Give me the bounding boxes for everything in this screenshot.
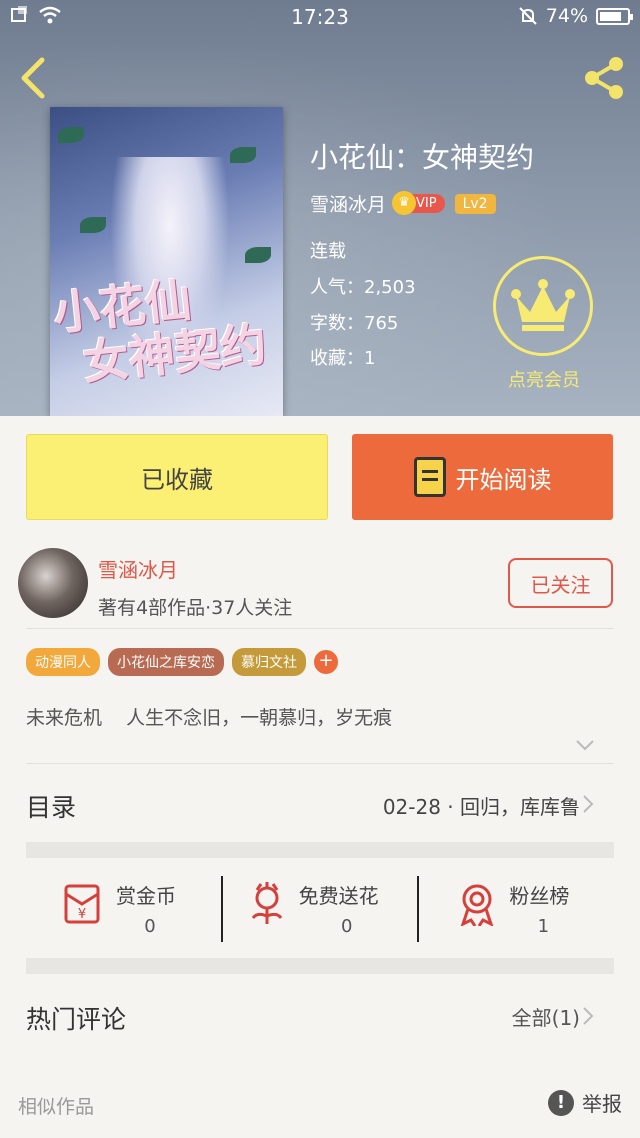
collected-button[interactable]: 已收藏 <box>26 434 328 520</box>
author-name[interactable]: 雪涵冰月 <box>98 554 178 583</box>
serial-status: 连载 <box>310 241 346 262</box>
author-row[interactable]: 雪涵冰月 著有4部作品·37人关注 已关注 <box>0 540 640 628</box>
similar-works-heading: 相似作品 <box>18 1096 95 1118</box>
red-envelope-icon: ¥ <box>64 884 100 924</box>
mute-bell-icon <box>519 7 537 25</box>
book-icon <box>413 457 446 497</box>
member-button[interactable] <box>493 256 593 356</box>
section-separator <box>26 958 614 974</box>
tag-item[interactable]: 小花仙之库安恋 <box>108 648 224 676</box>
crown-icon <box>511 279 575 331</box>
popularity-stat: 人气：2,503 <box>310 277 416 298</box>
chevron-right-icon <box>583 1007 594 1025</box>
word-count-stat: 字数：765 <box>310 313 399 334</box>
tag-item[interactable]: 慕归文社 <box>232 648 306 676</box>
battery-percent: 74% <box>545 5 588 27</box>
vip-badge: ♛ VIP <box>392 191 445 215</box>
hot-comments-title: 热门评论 <box>26 1005 127 1034</box>
author-line: 雪涵冰月 ♛ VIP Lv2 <box>310 190 496 217</box>
divider <box>26 628 614 629</box>
share-button[interactable] <box>580 54 628 102</box>
status-bar: 17:23 74% <box>0 0 640 34</box>
warning-icon: ! <box>548 1089 574 1116</box>
follow-button[interactable]: 已关注 <box>508 558 613 608</box>
flower-icon <box>251 882 282 924</box>
book-title: 小花仙：女神契约 <box>310 141 535 174</box>
favorites-stat: 收藏：1 <box>310 348 376 369</box>
crown-icon: ♛ <box>392 191 417 215</box>
reward-flowers[interactable]: 免费送花 0 <box>220 876 418 942</box>
avatar[interactable] <box>18 548 88 618</box>
hot-comments-row[interactable]: 热门评论 全部(1) <box>0 990 640 1050</box>
book-header: 17:23 74% 小花仙 女神契约 小花仙：女神契约 雪涵冰月 ♛ VIP Lv… <box>0 0 640 416</box>
tag-item[interactable]: 动漫同人 <box>26 648 100 676</box>
section-separator <box>26 842 614 858</box>
back-button[interactable] <box>16 56 52 100</box>
chevron-down-icon[interactable] <box>575 738 595 752</box>
report-label: 举报 <box>582 1092 622 1116</box>
medal-icon <box>461 884 494 926</box>
report-button[interactable]: ! 举报 <box>548 1088 622 1117</box>
battery-icon <box>596 7 633 25</box>
start-reading-button[interactable]: 开始阅读 <box>352 434 613 520</box>
reward-bar: ¥ 赏金币 0 免费送花 0 粉丝榜 1 <box>26 876 614 942</box>
level-badge: Lv2 <box>454 193 496 214</box>
member-label[interactable]: 点亮会员 <box>482 366 606 392</box>
author-name-header[interactable]: 雪涵冰月 <box>310 190 386 217</box>
table-of-contents-row[interactable]: 目录 02-28 · 回归，库库鲁 <box>0 764 640 842</box>
cover-title-art: 小花仙 女神契约 <box>51 272 269 391</box>
all-comments-link[interactable]: 全部(1) <box>512 1002 580 1031</box>
toc-label: 目录 <box>26 793 77 822</box>
book-intro[interactable]: 未来危机 人生不念旧，一朝慕归，岁无痕 <box>26 703 392 730</box>
add-tag-button[interactable]: + <box>314 650 338 674</box>
tag-list: 动漫同人 小花仙之库安恋 慕归文社 + <box>26 648 338 676</box>
book-cover[interactable]: 小花仙 女神契约 <box>50 107 283 416</box>
reward-fans-rank[interactable]: 粉丝榜 1 <box>417 876 614 942</box>
chevron-right-icon <box>583 795 594 813</box>
author-meta: 著有4部作品·37人关注 <box>98 597 293 619</box>
latest-chapter: 02-28 · 回归，库库鲁 <box>382 795 580 819</box>
reward-coins[interactable]: ¥ 赏金币 0 <box>26 876 221 942</box>
svg-text:¥: ¥ <box>78 907 86 922</box>
